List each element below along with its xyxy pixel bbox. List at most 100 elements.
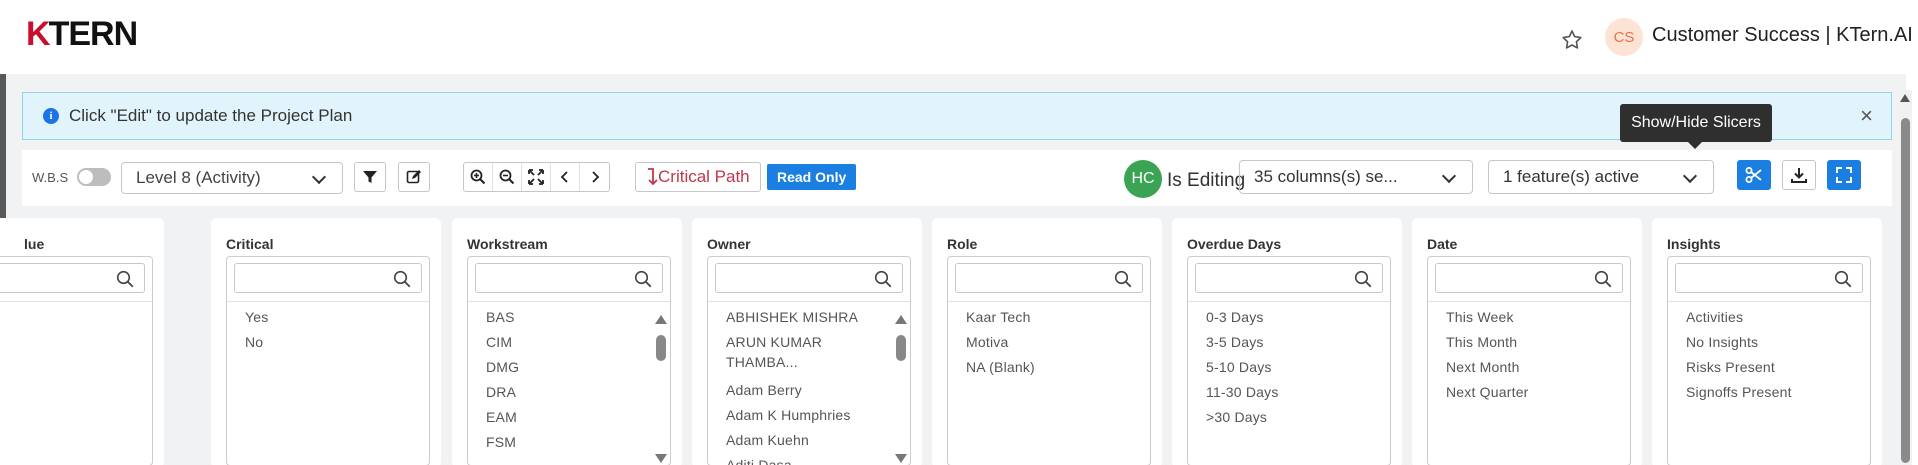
show-hide-slicers-button[interactable] [1737,160,1771,190]
download-button[interactable] [1782,160,1816,190]
slicer-divider [0,301,152,302]
user-avatar[interactable]: CS [1605,18,1643,56]
slicer-title: Owner [707,236,751,252]
slicer-box: Kaar Tech Motiva NA (Blank) [947,256,1151,465]
slicer-item[interactable]: Aditi Dasa... [726,455,886,465]
edit-button[interactable] [398,162,430,192]
level-select[interactable]: Level 8 (Activity) [121,162,343,194]
wbs-toggle[interactable] [77,168,111,186]
slicer-item[interactable]: ARUN KUMAR THAMBA... [726,332,846,380]
slicer-item[interactable]: Next Month [1446,357,1606,382]
filter-button[interactable] [354,162,386,192]
slicer-scrollbar[interactable] [895,315,907,463]
slicer-card: Workstream BAS CIM DMG DRA EAM FSM [452,218,682,465]
slicer-list: This Week This Month Next Month Next Quarte… [1446,307,1606,407]
slicer-item[interactable]: BAS [486,307,646,332]
slicer-search-input[interactable] [955,263,1143,293]
slicer-item[interactable]: This Month [1446,332,1606,357]
scroll-down-icon[interactable] [655,454,667,463]
slicer-divider [1188,301,1390,302]
scroll-up-icon[interactable] [655,315,667,324]
next-icon [591,171,599,183]
slicer-item[interactable]: No Insights [1686,332,1846,357]
slicer-item[interactable]: Signoffs Present [1686,382,1846,407]
slicer-list: Activities No Insights Risks Present Signof… [1686,307,1846,407]
fit-icon [528,169,544,185]
slicer-item[interactable]: 3-5 Days [1206,332,1366,357]
slicer-search-input[interactable] [1435,263,1623,293]
slicer-box: s, [0,256,153,465]
next-button[interactable] [580,163,609,191]
toolbar: W.B.S Level 8 (Activity) Critical Path R… [22,150,1892,206]
columns-select[interactable]: 35 columns(s) se... [1239,160,1473,194]
close-icon[interactable]: × [1860,105,1873,127]
slicer-item[interactable]: 5-10 Days [1206,357,1366,382]
slicer-item[interactable]: Adam Berry [726,380,886,405]
wbs-label: W.B.S [32,170,69,185]
slicer-item[interactable]: EAM [486,407,646,432]
slicer-scrollbar[interactable] [655,315,667,463]
slicer-box: Activities No Insights Risks Present Signof… [1667,256,1871,465]
features-select[interactable]: 1 feature(s) active [1488,160,1714,194]
slicer-card: Date This Week This Month Next Month Next Qu… [1412,218,1642,465]
page-scrollbar[interactable] [1898,90,1912,465]
slicer-item[interactable]: Risks Present [1686,357,1846,382]
scroll-down-icon[interactable] [895,454,907,463]
slicer-item[interactable]: Next Quarter [1446,382,1606,407]
slicer-item[interactable]: 11-30 Days [1206,382,1366,407]
info-text: Click "Edit" to update the Project Plan [69,106,353,125]
slicer-search-input[interactable] [234,263,422,293]
logo-k: K [26,14,51,53]
fit-button[interactable] [522,163,551,191]
slicer-item[interactable]: s [0,307,110,332]
scroll-thumb[interactable] [656,335,666,361]
slicer-item[interactable]: , [0,332,110,357]
slicer-item[interactable]: NA (Blank) [966,357,1126,382]
slicer-item[interactable]: Motiva [966,332,1126,357]
slicer-item[interactable]: ABHISHEK MISHRA [726,307,886,332]
slicer-box: This Week This Month Next Month Next Quarte… [1427,256,1631,465]
scroll-up-icon[interactable] [1900,94,1910,102]
critical-path-button[interactable]: Critical Path [635,162,761,192]
chevron-down-icon [311,169,327,185]
slicer-item[interactable]: Activities [1686,307,1846,332]
slicer-search-input[interactable] [1675,263,1863,293]
scroll-up-icon[interactable] [895,315,907,324]
slicer-divider [468,301,670,302]
scroll-thumb[interactable] [1901,118,1910,463]
chevron-down-icon [1682,168,1698,184]
slicer-item[interactable]: Adam Kuehn [726,430,886,455]
slicer-search-input[interactable] [475,263,663,293]
slicer-card: Critical Yes No [211,218,441,465]
slicer-box: BAS CIM DMG DRA EAM FSM [467,256,671,465]
slicer-search-input[interactable] [0,263,145,293]
slicer-item[interactable]: FSM [486,432,646,457]
slicer-search-input[interactable] [715,263,903,293]
search-icon [634,270,652,288]
search-icon [1114,270,1132,288]
zoom-in-button[interactable] [464,163,493,191]
fullscreen-button[interactable] [1827,160,1861,190]
editor-avatar: HC [1124,160,1162,198]
scroll-thumb[interactable] [896,335,906,361]
slicer-card: Owner ABHISHEK MISHRA ARUN KUMAR THAMBA...… [692,218,922,465]
slicer-item[interactable]: CIM [486,332,646,357]
prev-button[interactable] [551,163,580,191]
slicer-card: lue s, [0,218,164,465]
slicer-item[interactable]: No [245,332,405,357]
slicer-item[interactable]: DMG [486,357,646,382]
slicer-item[interactable]: >30 Days [1206,407,1366,432]
slicer-item[interactable]: This Week [1446,307,1606,332]
slicer-item[interactable]: Yes [245,307,405,332]
slicer-item[interactable]: Kaar Tech [966,307,1126,332]
star-icon[interactable] [1560,28,1584,52]
slicer-item[interactable]: DRA [486,382,646,407]
ktern-logo[interactable]: K TERN [26,14,138,53]
app-header: K TERN CS Customer Success | KTern.AI [0,0,1918,74]
zoom-out-button[interactable] [493,163,522,191]
slicer-search-input[interactable] [1195,263,1383,293]
level-select-value: Level 8 (Activity) [136,168,261,187]
slicer-item[interactable]: Adam K Humphries [726,405,886,430]
columns-select-value: 35 columns(s) se... [1254,167,1398,186]
slicer-item[interactable]: 0-3 Days [1206,307,1366,332]
